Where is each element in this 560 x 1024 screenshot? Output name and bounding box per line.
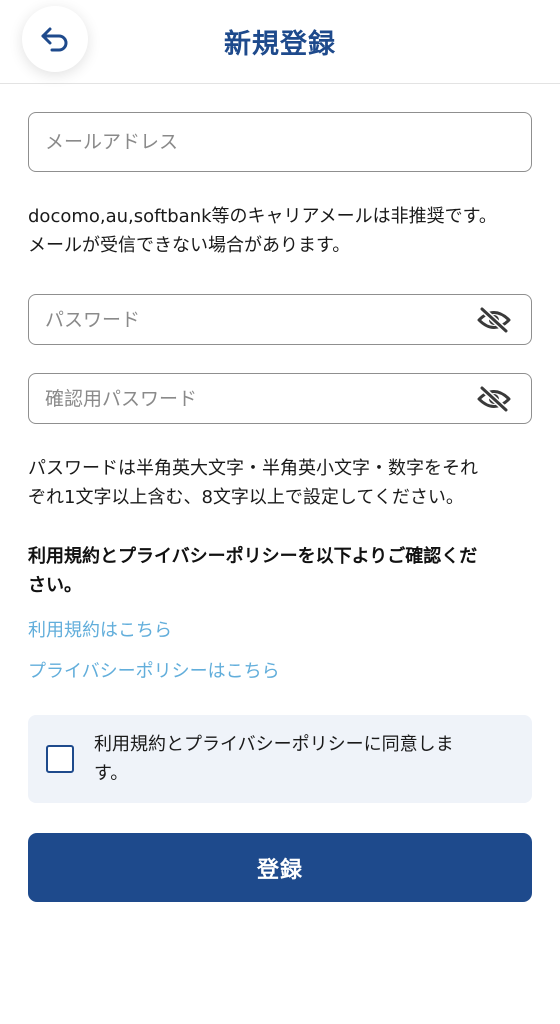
eye-off-icon[interactable] — [477, 306, 511, 334]
password-note: パスワードは半角英大文字・半角英小文字・数字をそれ ぞれ1文字以上含む、8文字以… — [28, 454, 532, 512]
agree-label-line1: 利用規約とプライバシーポリシーに同意しま — [94, 734, 454, 755]
email-note-line1: docomo,au,softbank等のキャリアメールは非推奨です。 — [28, 206, 497, 227]
app-header: 新規登録 — [0, 0, 560, 84]
password-field-wrapper — [28, 294, 532, 345]
register-button[interactable]: 登録 — [28, 833, 532, 902]
field-spacer — [28, 345, 532, 373]
email-field-wrapper — [28, 112, 532, 172]
agree-checkbox[interactable] — [46, 745, 74, 773]
agree-panel[interactable]: 利用規約とプライバシーポリシーに同意しま す。 — [28, 715, 532, 803]
agree-label: 利用規約とプライバシーポリシーに同意しま す。 — [94, 730, 454, 788]
eye-off-icon[interactable] — [477, 385, 511, 413]
confirm-password-field-wrapper — [28, 373, 532, 424]
confirm-password-input[interactable] — [29, 387, 531, 410]
password-note-line2: ぞれ1文字以上含む、8文字以上で設定してください。 — [28, 487, 464, 508]
email-input[interactable] — [29, 131, 531, 153]
agree-label-line2: す。 — [94, 763, 129, 784]
password-input[interactable] — [29, 308, 531, 331]
terms-heading: 利用規約とプライバシーポリシーを以下よりご確認くだ さい。 — [28, 542, 532, 600]
back-button[interactable] — [22, 6, 88, 72]
email-note: docomo,au,softbank等のキャリアメールは非推奨です。 メールが受… — [28, 202, 532, 260]
terms-heading-line1: 利用規約とプライバシーポリシーを以下よりご確認くだ — [28, 546, 478, 567]
back-arrow-icon — [41, 27, 68, 52]
registration-form: docomo,au,softbank等のキャリアメールは非推奨です。 メールが受… — [0, 112, 560, 902]
email-note-line2: メールが受信できない場合があります。 — [28, 235, 351, 256]
password-note-line1: パスワードは半角英大文字・半角英小文字・数字をそれ — [28, 458, 478, 479]
privacy-policy-link[interactable]: プライバシーポリシーはこちら — [28, 657, 532, 683]
terms-link[interactable]: 利用規約はこちら — [28, 616, 532, 642]
terms-heading-line2: さい。 — [28, 575, 82, 596]
page-title: 新規登録 — [224, 29, 336, 60]
